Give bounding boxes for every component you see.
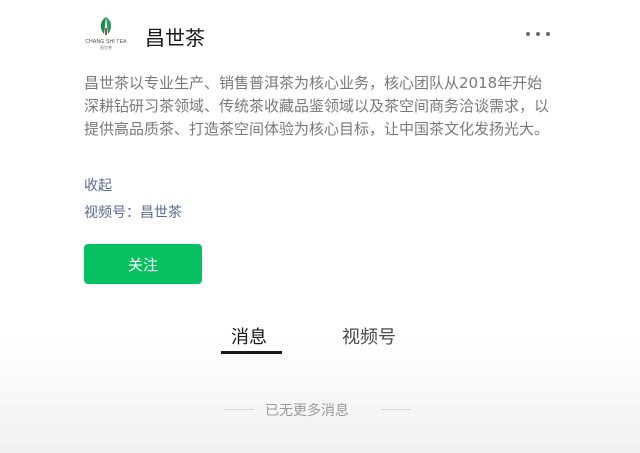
account-description: 昌世茶以专业生产、销售普洱茶为核心业务，核心团队从2018年开始深耕钻研习茶领域…	[84, 74, 550, 138]
more-dot	[526, 32, 530, 36]
account-logo: CHANG SHI TEA 昌世茶	[84, 14, 128, 58]
tea-leaf-icon	[100, 17, 112, 35]
divider-left	[224, 409, 254, 410]
tab-channels[interactable]: 视频号	[342, 323, 396, 349]
channels-link[interactable]: 视频号：昌世茶	[84, 202, 182, 222]
account-name: 昌世茶	[145, 26, 205, 50]
collapse-link[interactable]: 收起	[84, 175, 112, 195]
follow-button[interactable]: 关注	[84, 244, 202, 284]
account-header: CHANG SHI TEA 昌世茶 昌世茶	[84, 14, 554, 58]
channels-value: 昌世茶	[140, 205, 182, 221]
more-dot	[546, 32, 550, 36]
divider-right	[381, 409, 411, 410]
tab-messages[interactable]: 消息	[231, 323, 267, 349]
more-icon[interactable]	[526, 24, 550, 44]
end-of-messages-text: 已无更多消息	[265, 403, 349, 419]
logo-subtext: 昌世茶	[100, 45, 112, 50]
channels-separator: ：	[126, 205, 140, 221]
channels-label: 视频号	[84, 205, 126, 221]
active-tab-indicator	[221, 351, 282, 354]
more-dot	[536, 32, 540, 36]
